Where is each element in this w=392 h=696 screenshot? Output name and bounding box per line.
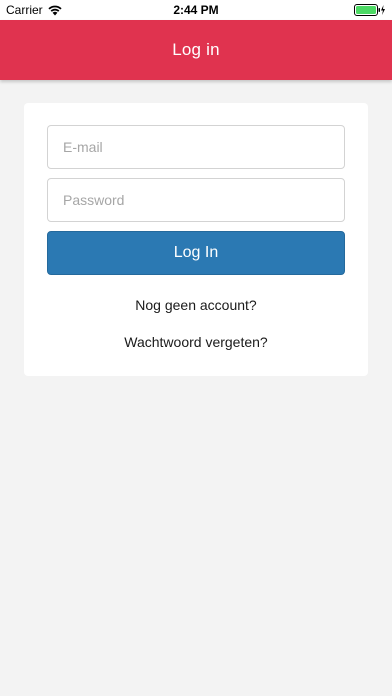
page-title: Log in (172, 40, 220, 59)
forgot-password-link[interactable]: Wachtwoord vergeten? (24, 334, 368, 350)
email-field[interactable] (47, 125, 345, 169)
status-bar: Carrier 2:44 PM (0, 0, 392, 20)
login-button[interactable]: Log In (47, 231, 345, 275)
password-input[interactable] (63, 192, 329, 208)
login-card: Log In Nog geen account? Wachtwoord verg… (24, 103, 368, 376)
wifi-icon (47, 4, 63, 16)
battery-charging-icon (354, 4, 386, 16)
email-input[interactable] (63, 139, 329, 155)
app-header: Log in (0, 20, 392, 80)
password-field[interactable] (47, 178, 345, 222)
login-screen: Carrier 2:44 PM Log in E-mail Log In Nog… (0, 0, 392, 696)
status-left: Carrier (6, 3, 63, 17)
status-right (354, 4, 386, 16)
signup-link[interactable]: Nog geen account? (24, 297, 368, 313)
carrier-label: Carrier (6, 3, 43, 17)
